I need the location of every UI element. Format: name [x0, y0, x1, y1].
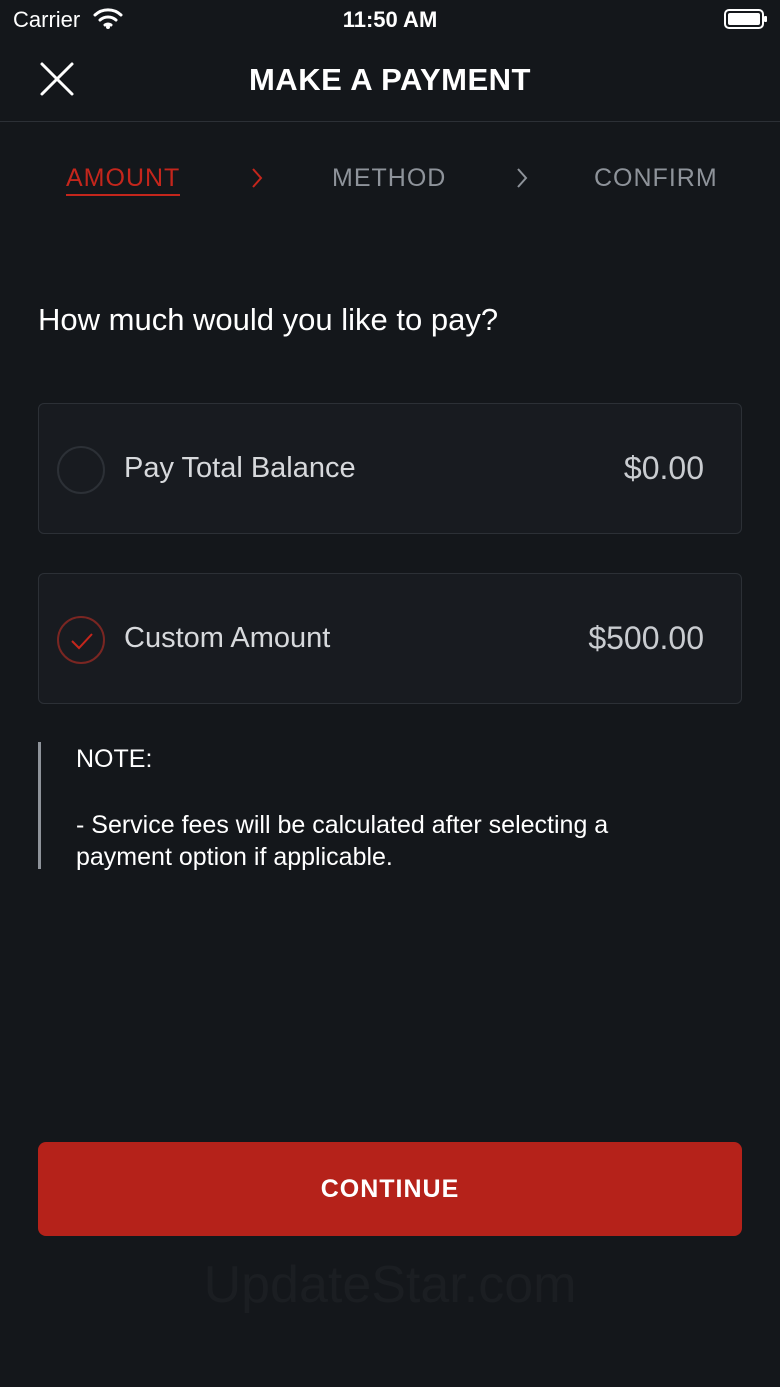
radio-checked-icon[interactable]: [57, 616, 105, 664]
custom-amount-option[interactable]: Custom Amount $500.00: [38, 573, 742, 704]
watermark: UpdateStar.com: [203, 1256, 577, 1314]
chevron-right-icon: [517, 168, 528, 188]
option-amount: $0.00: [623, 450, 704, 486]
page-title: MAKE A PAYMENT: [248, 62, 531, 97]
radio-unchecked-icon[interactable]: [57, 446, 105, 494]
pay-total-balance-option[interactable]: Pay Total Balance $0.00: [38, 403, 742, 534]
step-confirm[interactable]: CONFIRM: [594, 164, 718, 193]
note-body: - Service fees will be calculated after …: [76, 811, 609, 871]
header: MAKE A PAYMENT: [0, 40, 780, 122]
option-label: Pay Total Balance: [124, 452, 356, 484]
battery-icon: [724, 9, 767, 29]
continue-button[interactable]: CONTINUE: [38, 1142, 742, 1236]
service-fee-note: NOTE: - Service fees will be calculated …: [38, 742, 698, 871]
checkmark-icon: [71, 633, 93, 650]
status-bar: Carrier 11:50 AM: [0, 0, 780, 40]
chevron-right-icon: [252, 168, 263, 188]
note-title: NOTE:: [76, 745, 153, 773]
amount-question: How much would you like to pay?: [38, 302, 499, 337]
custom-amount-value[interactable]: $500.00: [588, 620, 704, 657]
payment-screen: Carrier 11:50 AM MAKE A PAYMENT AMOUNT M…: [0, 0, 780, 1387]
step-amount[interactable]: AMOUNT: [66, 164, 181, 196]
step-method[interactable]: METHOD: [332, 164, 446, 193]
option-label: Custom Amount: [124, 622, 331, 654]
payment-stepper: AMOUNT METHOD CONFIRM: [0, 160, 780, 200]
clock: 11:50 AM: [342, 7, 438, 32]
